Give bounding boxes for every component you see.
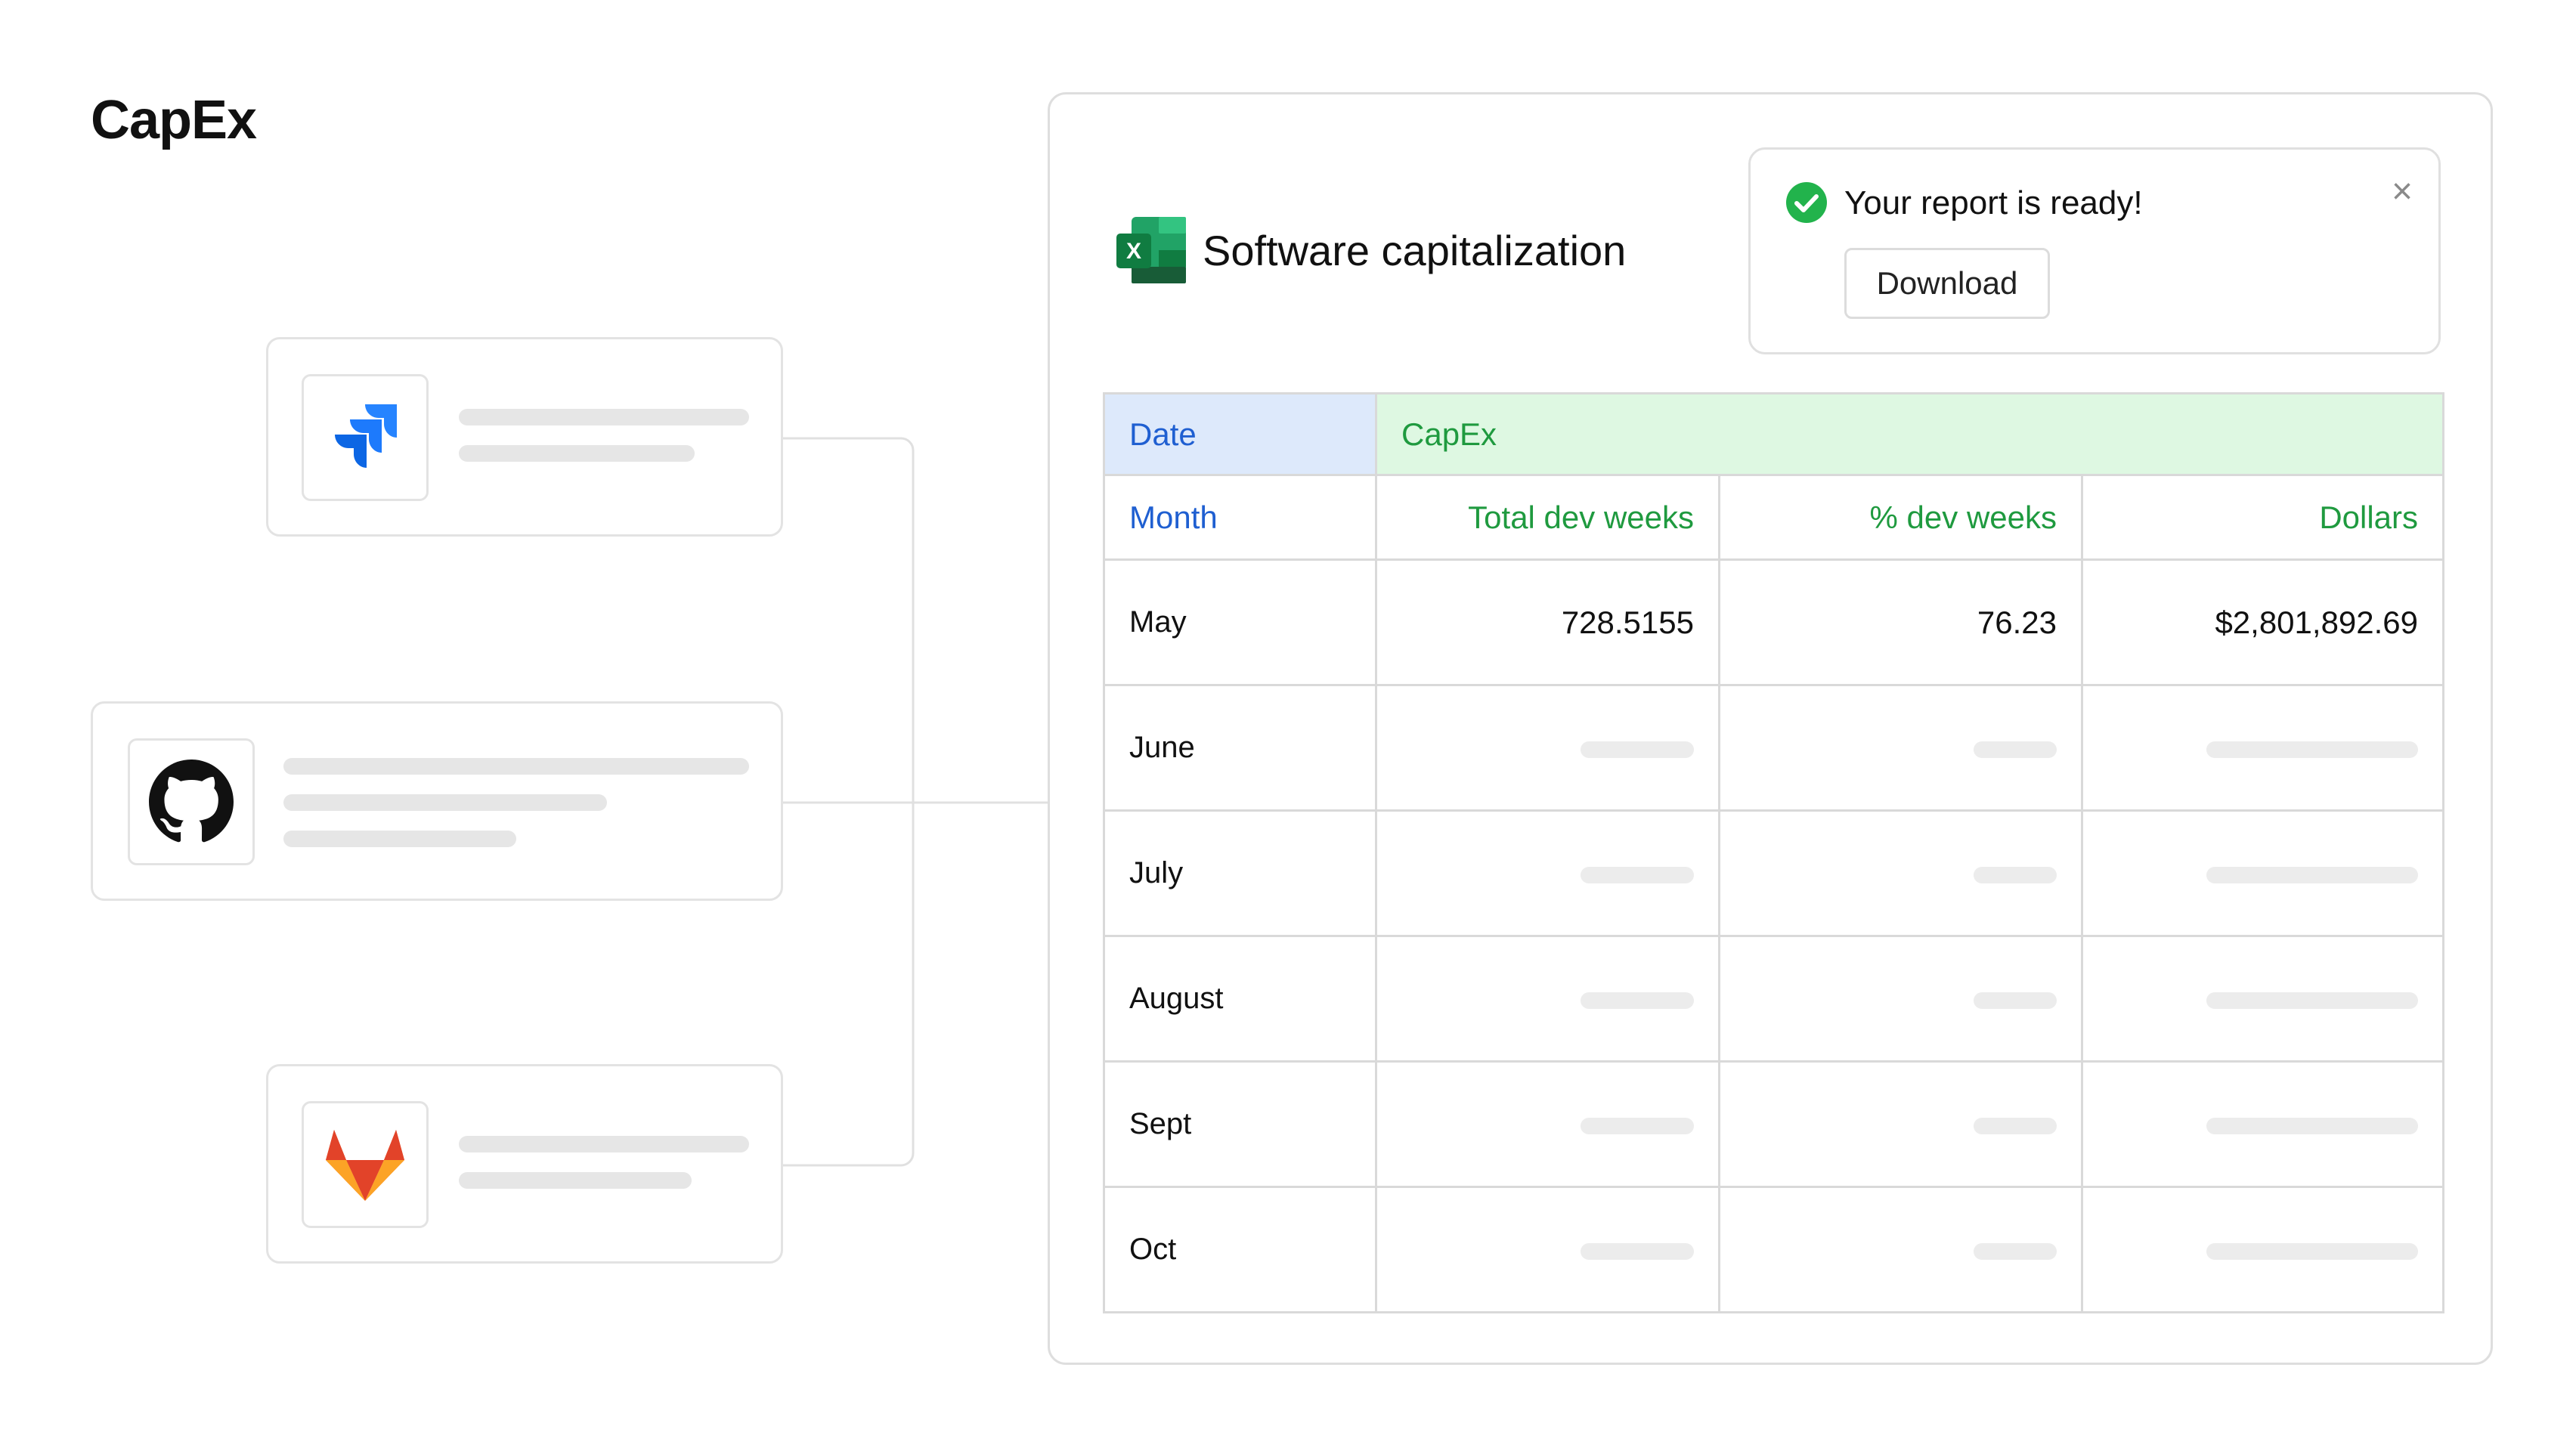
placeholder-cell [1375, 1186, 1720, 1313]
placeholder-line [283, 758, 749, 775]
table-row: July [1103, 809, 2445, 937]
placeholder-line [459, 445, 695, 462]
gitlab-logo-box [302, 1101, 429, 1228]
month-cell: August [1103, 935, 1377, 1063]
close-icon[interactable]: × [2392, 174, 2413, 210]
report-panel: X Software capitalization Your report is… [1048, 92, 2493, 1365]
placeholder-cell [1375, 935, 1720, 1063]
gitlab-source-card[interactable] [266, 1064, 783, 1264]
placeholder-cell [1718, 684, 2083, 812]
capex-table: Date CapEx Month Total dev weeks % dev w… [1103, 392, 2445, 1313]
check-circle-icon [1786, 182, 1827, 223]
placeholder-cell [2080, 1186, 2445, 1313]
table-row: June [1103, 684, 2445, 812]
placeholder-cell [1718, 1060, 2083, 1188]
github-logo-box [128, 738, 255, 865]
placeholder-cell [1718, 935, 2083, 1063]
toast-message: Your report is ready! [1844, 184, 2143, 221]
excel-icon: X [1116, 217, 1186, 283]
month-cell: June [1103, 684, 1377, 812]
month-cell: May [1103, 558, 1377, 686]
date-group-header: Date [1103, 392, 1377, 476]
page-title: CapEx [91, 90, 257, 150]
capex-group-header: CapEx [1374, 392, 2445, 476]
report-title: Software capitalization [1203, 226, 1627, 274]
column-header-pct-dev-weeks: % dev weeks [1718, 474, 2083, 561]
table-row: Sept [1103, 1060, 2445, 1188]
placeholder-cell [1718, 1186, 2083, 1313]
placeholder-cell [2080, 935, 2445, 1063]
column-header-dollars: Dollars [2080, 474, 2445, 561]
placeholder-line [459, 1172, 692, 1189]
jira-source-card[interactable] [266, 337, 783, 537]
placeholder-cell [1375, 809, 1720, 937]
dollars-cell: $2,801,892.69 [2080, 558, 2445, 686]
github-icon [149, 760, 234, 843]
month-cell: Sept [1103, 1060, 1377, 1188]
gitlab-icon [326, 1130, 404, 1201]
placeholder-line [459, 409, 749, 425]
placeholder-cell [2080, 809, 2445, 937]
github-source-card[interactable] [91, 701, 783, 901]
table-row: August [1103, 935, 2445, 1063]
jira-icon [335, 404, 397, 468]
svg-text:X: X [1126, 239, 1141, 264]
column-header-total-dev-weeks: Total dev weeks [1375, 474, 1720, 561]
jira-logo-box [302, 374, 429, 501]
report-ready-toast: Your report is ready! × Download [1748, 147, 2441, 354]
placeholder-cell [1718, 809, 2083, 937]
placeholder-cell [2080, 684, 2445, 812]
placeholder-line [459, 1136, 749, 1152]
column-header-month: Month [1103, 474, 1377, 561]
download-button[interactable]: Download [1844, 248, 2050, 319]
month-cell: Oct [1103, 1186, 1377, 1313]
placeholder-cell [2080, 1060, 2445, 1188]
month-cell: July [1103, 809, 1377, 937]
table-row: Oct [1103, 1186, 2445, 1313]
placeholder-cell [1375, 1060, 1720, 1188]
pct-dev-weeks-cell: 76.23 [1718, 558, 2083, 686]
total-dev-weeks-cell: 728.5155 [1375, 558, 1720, 686]
table-row: May 728.5155 76.23 $2,801,892.69 [1103, 558, 2445, 686]
placeholder-line [283, 794, 607, 811]
report-header: X Software capitalization [1116, 217, 1626, 283]
placeholder-cell [1375, 684, 1720, 812]
placeholder-line [283, 831, 516, 847]
